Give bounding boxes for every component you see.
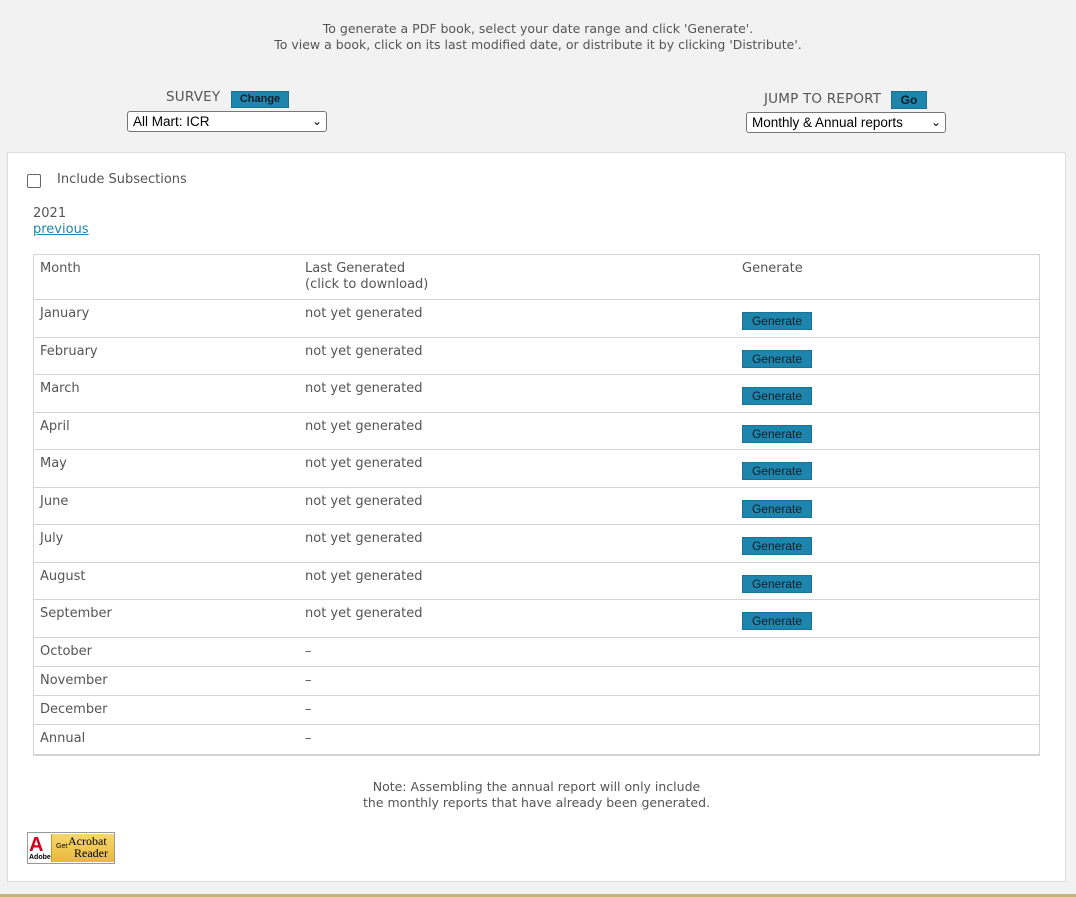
month-cell: July <box>40 531 64 546</box>
header-month: Month <box>40 261 81 276</box>
table-row: November – <box>34 667 1039 696</box>
change-survey-button[interactable]: Change <box>231 91 289 108</box>
last-generated-cell: not yet generated <box>305 456 423 471</box>
month-cell: October <box>40 643 93 659</box>
annual-note: Note: Assembling the annual report will … <box>0 779 1073 811</box>
last-generated-cell: – <box>305 643 312 659</box>
go-button[interactable]: Go <box>891 91 927 109</box>
report-select[interactable]: Monthly & Annual reports ⌄ <box>746 112 946 133</box>
header-last-generated: Last Generated (click to download) <box>305 261 428 293</box>
adobe-brand-text: Adobe <box>29 854 51 861</box>
month-cell: August <box>40 568 86 584</box>
table-row: May not yet generated Generate <box>34 450 1039 488</box>
generate-button[interactable]: Generate <box>742 537 812 555</box>
include-subsections-checkbox[interactable] <box>27 174 41 188</box>
last-generated-cell: not yet generated <box>305 606 423 621</box>
table-row: June not yet generated Generate <box>34 488 1039 525</box>
last-generated-cell: not yet generated <box>305 418 423 434</box>
instructions-line-2: To view a book, click on its last modifi… <box>274 37 802 52</box>
table-row: December – <box>34 696 1039 725</box>
table-row: September not yet generated Generate <box>34 600 1039 638</box>
generate-button[interactable]: Generate <box>742 499 812 518</box>
generate-button[interactable]: Generate <box>742 387 812 405</box>
generate-button[interactable]: Generate <box>742 424 812 443</box>
generate-button[interactable]: Generate <box>742 612 812 630</box>
survey-select[interactable]: All Mart: ICR ⌄ <box>127 111 327 132</box>
last-generated-cell: – <box>305 701 312 717</box>
last-generated-cell: – <box>305 730 312 746</box>
table-row: April not yet generated Generate <box>34 413 1039 450</box>
get-acrobat-reader-badge[interactable]: A Adobe Get Acrobat Reader <box>27 832 115 864</box>
generate-button[interactable]: Generate <box>742 574 812 593</box>
header-last-generated-line-1: Last Generated <box>305 261 406 276</box>
month-cell: January <box>40 306 90 321</box>
header-generate: Generate <box>742 261 803 276</box>
jump-to-report-label: JUMP TO REPORT <box>764 91 882 107</box>
chevron-down-icon: ⌄ <box>311 114 322 128</box>
chevron-down-icon: ⌄ <box>930 115 941 129</box>
last-generated-cell: not yet generated <box>305 343 423 359</box>
survey-label: SURVEY <box>166 89 221 105</box>
table-row: January not yet generated Generate <box>34 300 1039 338</box>
header-last-generated-line-2: (click to download) <box>305 277 429 292</box>
month-cell: June <box>40 493 69 509</box>
last-generated-cell: not yet generated <box>305 568 423 584</box>
table-header-row: Month Last Generated (click to download)… <box>34 255 1039 300</box>
generate-button[interactable]: Generate <box>742 349 812 368</box>
previous-link[interactable]: previous <box>33 222 89 237</box>
badge-reader-text: Reader <box>74 846 108 860</box>
reports-table: Month Last Generated (click to download)… <box>33 254 1040 756</box>
generate-button[interactable]: Generate <box>742 312 812 330</box>
last-generated-cell: not yet generated <box>305 306 423 321</box>
instructions: To generate a PDF book, select your date… <box>0 21 1076 53</box>
table-row: July not yet generated Generate <box>34 525 1039 563</box>
table-row: February not yet generated Generate <box>34 338 1039 375</box>
month-cell: March <box>40 381 80 396</box>
month-cell: Annual <box>40 730 86 746</box>
table-row: October – <box>34 638 1039 667</box>
table-row: March not yet generated Generate <box>34 375 1039 413</box>
acrobat-reader-label: Get Acrobat Reader <box>51 834 114 862</box>
generate-button[interactable]: Generate <box>742 462 812 480</box>
note-line-2: the monthly reports that have already be… <box>363 795 710 810</box>
month-cell: February <box>40 343 98 359</box>
month-cell: September <box>40 606 112 621</box>
include-subsections-label: Include Subsections <box>57 172 187 187</box>
month-cell: November <box>40 672 108 688</box>
table-row: Annual – <box>34 725 1039 754</box>
month-cell: December <box>40 701 108 717</box>
month-cell: May <box>40 456 67 471</box>
year-label: 2021 <box>33 206 67 221</box>
survey-select-value: All Mart: ICR <box>133 114 210 129</box>
note-line-1: Note: Assembling the annual report will … <box>372 779 701 794</box>
table-row: August not yet generated Generate <box>34 563 1039 600</box>
report-select-value: Monthly & Annual reports <box>752 115 903 130</box>
instructions-line-1: To generate a PDF book, select your date… <box>322 21 754 36</box>
month-cell: April <box>40 418 70 434</box>
last-generated-cell: not yet generated <box>305 493 423 509</box>
last-generated-cell: – <box>305 672 312 688</box>
badge-get-text: Get <box>56 843 68 850</box>
last-generated-cell: not yet generated <box>305 381 423 396</box>
last-generated-cell: not yet generated <box>305 531 423 546</box>
